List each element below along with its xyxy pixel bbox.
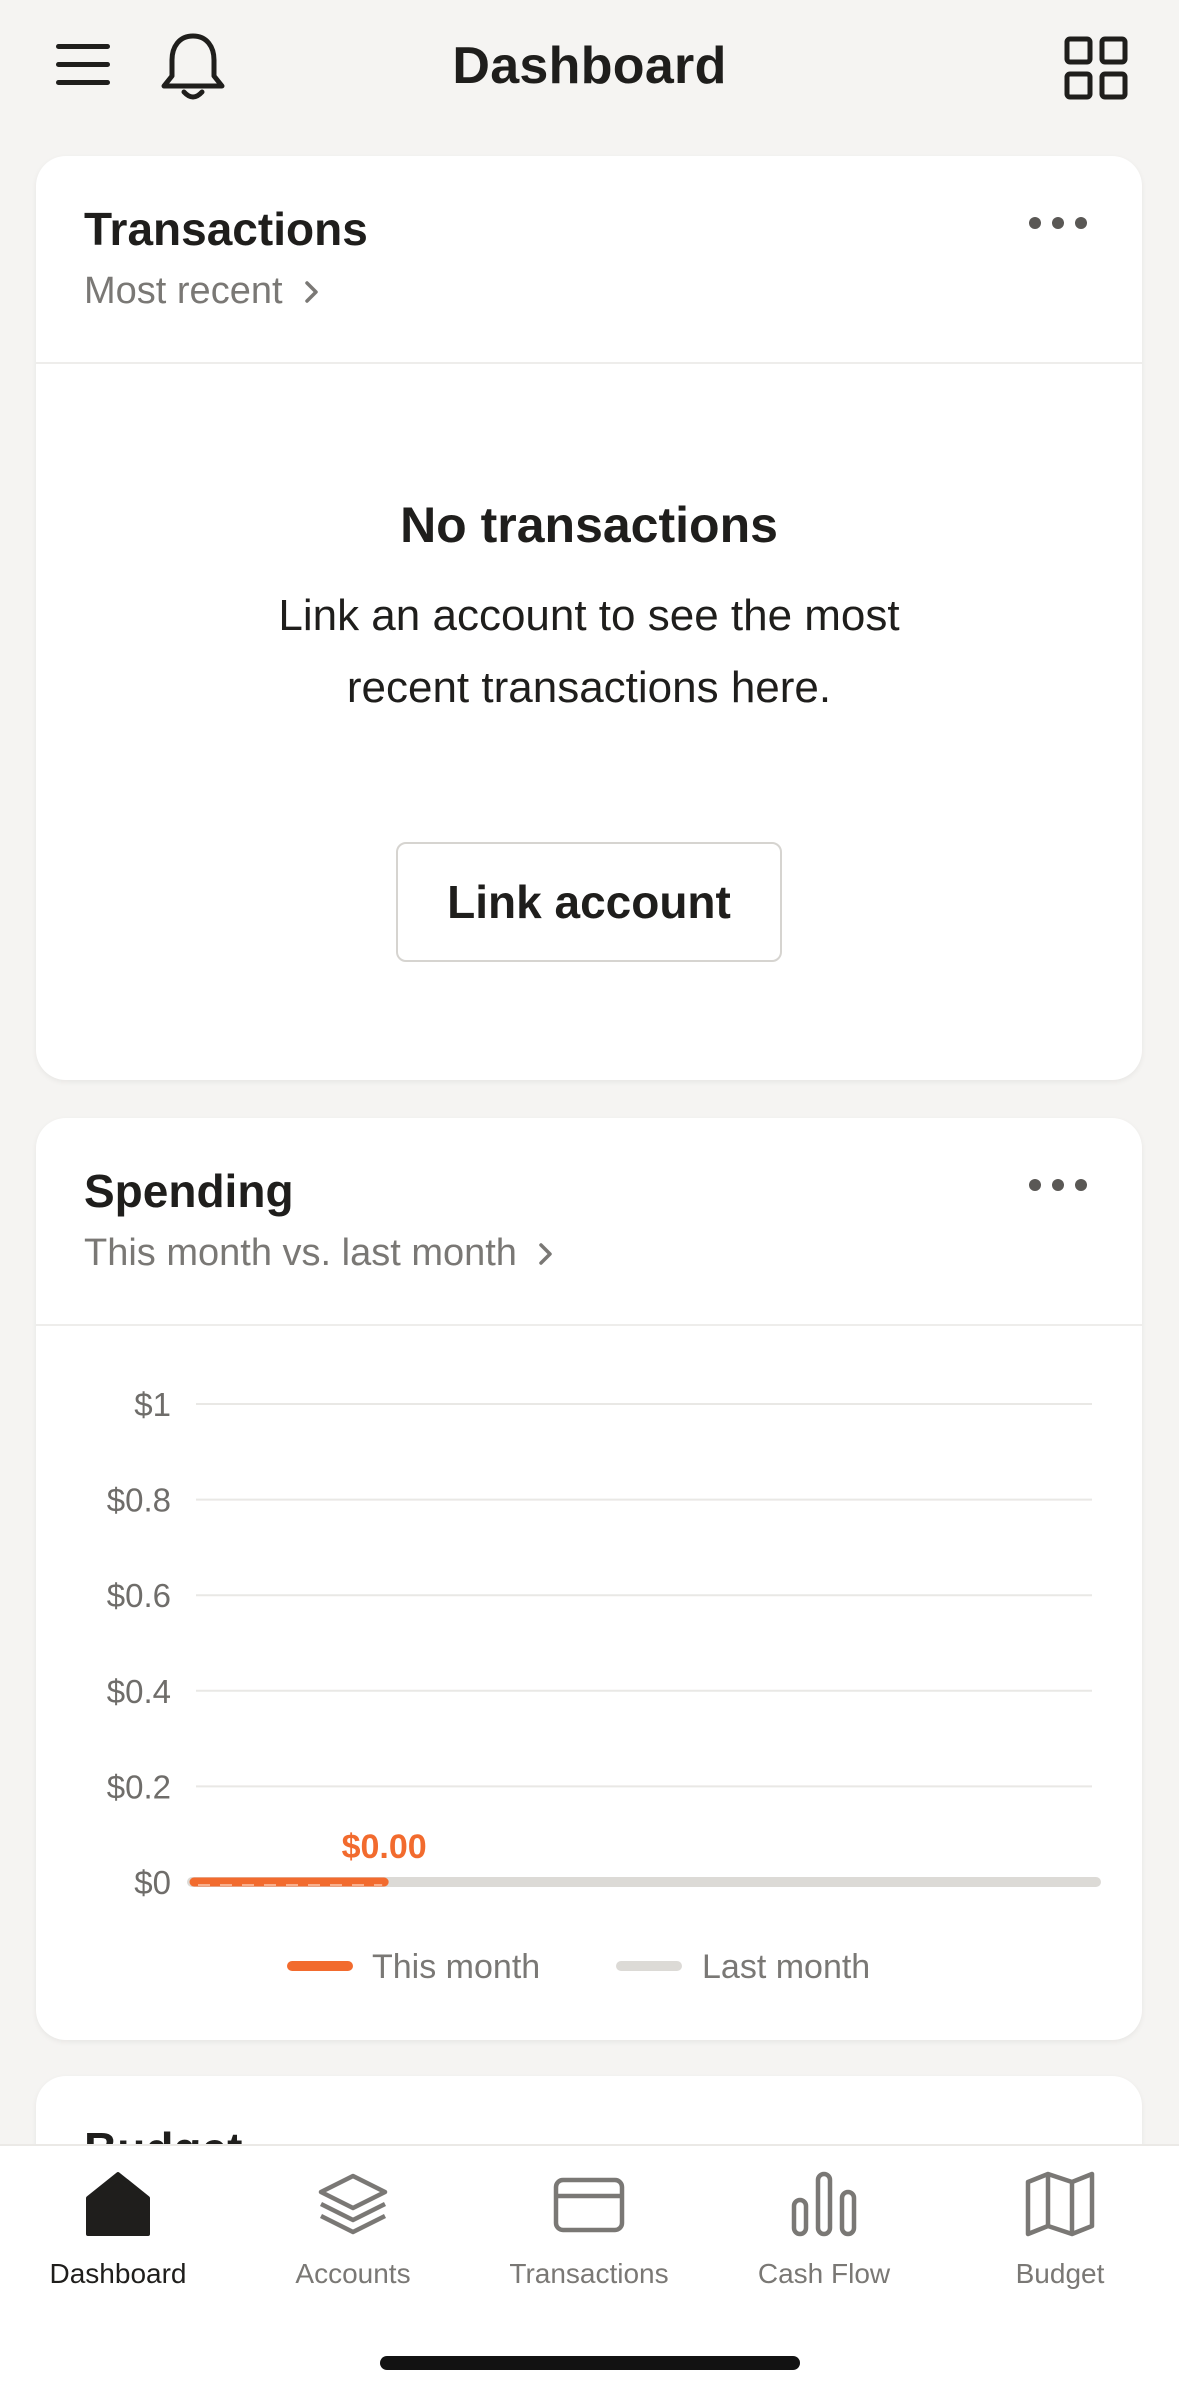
- y-tick-label: $0.2: [107, 1768, 171, 1805]
- map-icon: [1025, 2171, 1095, 2237]
- tab-label: Budget: [1015, 2258, 1105, 2289]
- spending-card: Spending This month vs. last month $0 $0.…: [36, 1118, 1142, 2040]
- legend-label-last-month: Last month: [702, 1948, 870, 1986]
- link-account-button[interactable]: Link account: [396, 842, 782, 962]
- y-tick-label: $1: [134, 1386, 171, 1423]
- tab-budget[interactable]: Budget: [942, 2168, 1178, 2318]
- card-divider: [36, 362, 1142, 364]
- tab-label: Accounts: [295, 2258, 411, 2289]
- customize-grid-icon[interactable]: [1064, 36, 1128, 100]
- bar-chart-icon: [791, 2171, 857, 2237]
- top-header: Dashboard: [0, 0, 1179, 134]
- empty-state-title: No transactions: [400, 497, 778, 553]
- tab-label: Transactions: [509, 2258, 669, 2289]
- spending-chart: $0 $0.2 $0.4 $0.6 $0.8 $1 $0.00 This month Last …: [107, 1386, 1101, 1986]
- y-tick-label: $0.4: [107, 1673, 171, 1710]
- y-tick-label: $0: [134, 1864, 171, 1901]
- transactions-card: Transactions Most recent No transactions…: [36, 156, 1142, 1080]
- tab-accounts[interactable]: Accounts: [235, 2168, 471, 2318]
- empty-state-message: Link an account to see the most recent t…: [278, 591, 900, 712]
- tab-transactions[interactable]: Transactions: [471, 2168, 707, 2318]
- transactions-filter-link[interactable]: Most recent: [84, 270, 323, 313]
- y-tick-label: $0.8: [107, 1482, 171, 1519]
- more-options-icon[interactable]: [1028, 216, 1088, 230]
- current-value-label: $0.00: [342, 1828, 427, 1866]
- layers-icon: [318, 2173, 388, 2235]
- chevron-right-icon: [304, 280, 318, 303]
- y-tick-label: $0.6: [107, 1577, 171, 1614]
- tab-label: Dashboard: [49, 2258, 187, 2289]
- transactions-card-subtitle: Most recent: [84, 270, 283, 312]
- tab-cash-flow[interactable]: Cash Flow: [706, 2168, 942, 2318]
- tab-dashboard[interactable]: Dashboard: [0, 2168, 236, 2318]
- home-indicator: [380, 2356, 800, 2370]
- transactions-card-title: Transactions: [84, 203, 368, 255]
- legend-label-this-month: This month: [372, 1948, 540, 1986]
- tab-label: Cash Flow: [757, 2258, 891, 2289]
- home-icon: [86, 2172, 150, 2236]
- page-title: Dashboard: [452, 37, 727, 95]
- credit-card-icon: [553, 2177, 625, 2233]
